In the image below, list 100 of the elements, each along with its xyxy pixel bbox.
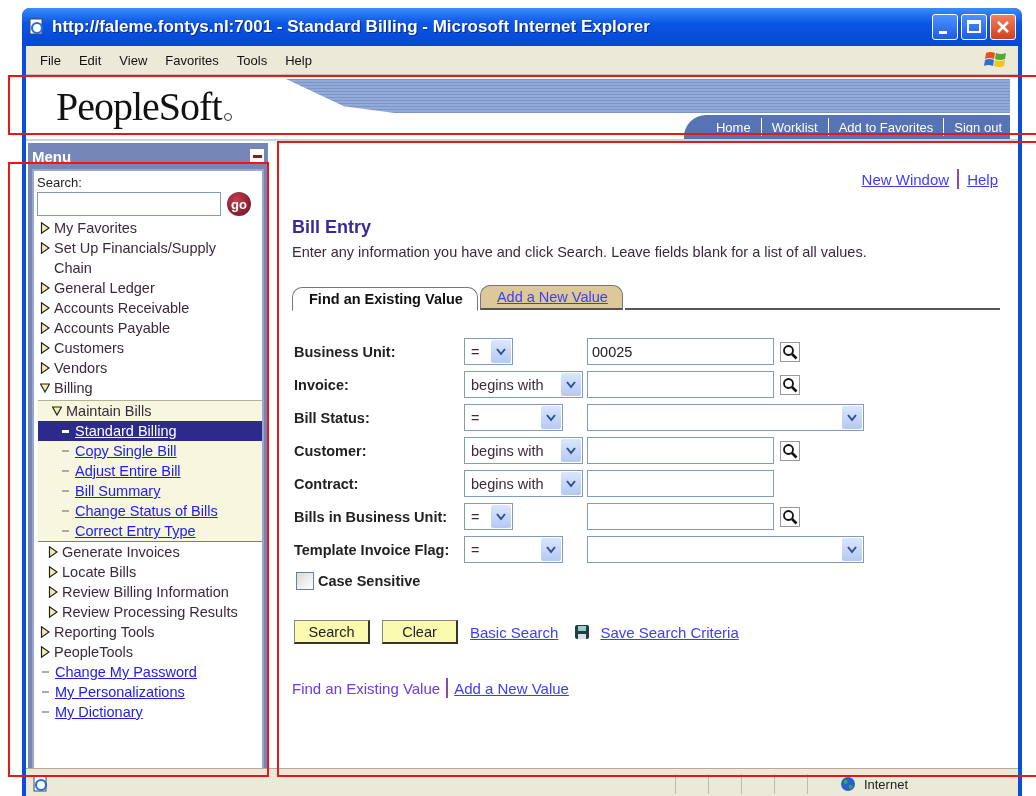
menu-folder[interactable]: Reporting Tools [54,622,155,642]
menu-item[interactable]: My Dictionary [34,702,262,722]
field-label: Invoice: [294,376,350,393]
page-link[interactable]: Add a New Value [454,679,569,697]
field-label: Template Invoice Flag: [294,541,451,558]
menu-folder[interactable]: Generate Invoices [62,542,180,562]
expanded-triangle-icon[interactable] [40,382,50,394]
menu-folder[interactable]: My Favorites [54,218,137,238]
menu-item[interactable]: Adjust Entire Bill [38,461,262,481]
header-link[interactable]: Worklist [767,119,822,135]
menu-folder[interactable]: Review Billing Information [62,582,229,602]
menu-item[interactable]: My Personalizations [34,682,262,702]
collapsed-triangle-icon[interactable] [40,282,50,294]
text-field[interactable] [587,470,774,497]
instructions-text: Enter any information you have and click Search. Leave fields blank for a list of all values. [292,244,868,260]
text-field[interactable] [587,437,774,464]
text-field[interactable]: 00025 [587,338,774,365]
menu-folder[interactable]: Set Up Financials/Supply Chain [54,238,252,278]
menu-folder[interactable]: Vendors [54,358,108,378]
value-dropdown[interactable] [587,536,864,563]
value-dropdown[interactable] [587,404,864,431]
operator-dropdown[interactable]: = [464,338,513,365]
menu-folder[interactable]: Maintain Bills [66,401,152,421]
top-link[interactable]: Help [967,170,998,188]
menu-bar-item[interactable]: Favorites [157,52,227,68]
header-link[interactable]: Home [711,119,755,135]
page-title: Bill Entry [292,217,372,238]
collapsed-triangle-icon[interactable] [48,606,58,618]
menu-folder[interactable]: Accounts Payable [54,318,171,338]
collapsed-triangle-icon[interactable] [40,322,50,334]
collapsed-triangle-icon[interactable] [48,566,58,578]
search-icon[interactable] [780,440,800,461]
collapsed-triangle-icon[interactable] [48,546,58,558]
search-field[interactable] [37,192,221,216]
checkbox-label: Case Sensitive [318,573,421,589]
selected-menu-item[interactable]: Standard Billing [38,421,262,441]
search-link[interactable]: Basic Search [470,623,559,641]
menu-item[interactable]: Change Status of Bills [38,501,262,521]
dash-icon [42,671,49,673]
menu-item[interactable]: Correct Entry Type [38,521,262,541]
search-link[interactable]: Save Search Criteria [600,623,739,641]
tab[interactable]: Find an Existing Value [292,287,478,311]
menu-folder[interactable]: Review Processing Results [62,602,238,622]
collapse-button[interactable] [250,149,264,163]
logo: PeopleSoft [56,83,232,130]
collapsed-triangle-icon[interactable] [40,342,50,354]
field-label: Customer: [294,442,368,459]
tab[interactable]: Add a New Value [479,285,623,310]
search-icon[interactable] [780,374,800,395]
collapsed-triangle-icon[interactable] [40,646,50,658]
header-link[interactable]: Add to Favorites [834,119,938,135]
window-title: http://faleme.fontys.nl:7001 - Standard Billing - Microsoft Internet Explorer [52,17,651,37]
menu-bar-item[interactable]: Help [277,52,320,68]
menu-bar-item[interactable]: File [32,52,69,68]
menu-item[interactable]: Copy Single Bill [38,441,262,461]
current-page-label[interactable]: Find an Existing Value [292,679,441,697]
menu-bar-item[interactable]: Edit [70,52,110,68]
operator-dropdown[interactable]: begins with [464,371,583,398]
menu-item[interactable]: Change My Password [34,662,262,682]
collapsed-triangle-icon[interactable] [40,362,50,374]
dash-icon [42,711,49,713]
minimize-button[interactable] [932,14,958,40]
close-button[interactable] [990,14,1016,40]
text-field[interactable] [587,371,774,398]
field-label: Bills in Business Unit: [294,508,449,525]
search-icon[interactable] [780,341,800,362]
expanded-triangle-icon[interactable] [52,405,62,417]
collapsed-triangle-icon[interactable] [40,626,50,638]
go-button[interactable]: go [227,192,251,216]
collapsed-triangle-icon[interactable] [40,302,50,314]
operator-dropdown[interactable]: = [464,503,513,530]
page-icon [28,18,46,36]
menu-item[interactable]: Bill Summary [38,481,262,501]
menu-title: Menu [32,147,72,165]
action-button[interactable]: Search [294,620,370,644]
operator-dropdown[interactable]: begins with [464,470,583,497]
globe-icon [839,776,856,792]
search-label: Search: [36,175,83,190]
menu-folder[interactable]: Customers [54,338,125,358]
collapsed-triangle-icon[interactable] [40,222,50,234]
menu-folder[interactable]: Locate Bills [62,562,137,582]
top-link[interactable]: New Window [861,170,950,188]
menu-folder[interactable]: General Ledger [54,278,155,298]
maximize-button[interactable] [961,14,987,40]
search-icon[interactable] [780,506,800,527]
menu-bar-item[interactable]: Tools [228,52,276,68]
menu-folder[interactable]: Billing [54,378,93,398]
menu-folder[interactable]: Accounts Receivable [54,298,190,318]
dash-icon [62,510,69,512]
operator-dropdown[interactable]: begins with [464,437,583,464]
checkbox[interactable] [296,572,314,590]
text-field[interactable] [587,503,774,530]
menu-folder[interactable]: PeopleTools [54,642,133,662]
collapsed-triangle-icon[interactable] [48,586,58,598]
dash-icon [42,691,49,693]
action-button[interactable]: Clear [382,620,458,644]
operator-dropdown[interactable]: = [464,536,563,563]
operator-dropdown[interactable]: = [464,404,563,431]
collapsed-triangle-icon[interactable] [40,242,50,254]
menu-bar-item[interactable]: View [111,52,156,68]
